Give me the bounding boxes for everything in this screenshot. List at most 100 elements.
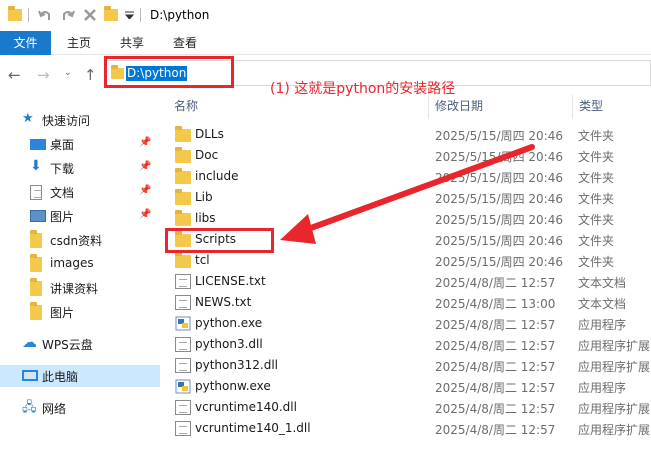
annotation-box-scripts	[165, 228, 274, 253]
sidebar-item[interactable]: 此电脑	[0, 365, 160, 387]
file-type: 文本文档	[578, 297, 627, 311]
file-type: 文件夹	[578, 192, 615, 206]
file-row[interactable]: python312.dll 2025/4/8/周二 12:57 应用程序扩展	[168, 355, 651, 376]
sidebar-item-label: 网络	[42, 402, 67, 416]
file-row[interactable]: LICENSE.txt 2025/4/8/周二 12:57 文本文档	[168, 271, 651, 292]
folder-icon	[8, 6, 22, 21]
file-name: LICENSE.txt	[195, 274, 266, 288]
file-date: 2025/4/8/周二 13:00	[435, 297, 556, 311]
file-type: 文本文档	[578, 276, 627, 290]
folder-icon	[30, 230, 42, 248]
ribbon-tabs: 文件 主页 共享 查看	[0, 31, 651, 55]
text-file-icon	[175, 274, 191, 289]
file-name: python3.dll	[195, 337, 263, 351]
tab-view[interactable]: 查看	[164, 31, 206, 55]
file-type: 文件夹	[578, 255, 615, 269]
annotation-arrow	[280, 144, 535, 244]
dll-file-icon	[175, 337, 191, 352]
sidebar-item-label: 下载	[50, 162, 75, 176]
tab-file[interactable]: 文件	[0, 31, 51, 55]
pin-icon[interactable]: 📌	[139, 161, 151, 172]
file-name: Lib	[195, 190, 213, 204]
sidebar-item-label: images	[50, 256, 94, 270]
recent-locations-icon[interactable]: ⌄	[64, 68, 72, 78]
sidebar-item-label: 此电脑	[42, 370, 79, 384]
sidebar-item[interactable]: images	[0, 253, 160, 275]
column-divider	[572, 95, 573, 119]
file-row[interactable]: vcruntime140.dll 2025/4/8/周二 12:57 应用程序扩展	[168, 397, 651, 418]
title-bar: D:\python	[0, 0, 651, 31]
divider	[140, 8, 141, 22]
sidebar-item-label: 文档	[50, 186, 75, 200]
document-icon	[30, 185, 42, 200]
file-type: 文件夹	[578, 213, 615, 227]
dll-file-icon	[175, 358, 191, 373]
file-type: 文件夹	[578, 171, 615, 185]
back-icon[interactable]: ←	[8, 66, 21, 84]
file-row[interactable]: NEWS.txt 2025/4/8/周二 13:00 文本文档	[168, 292, 651, 313]
download-icon: ⬇	[30, 158, 42, 174]
sidebar-item[interactable]: ★ 快速访问	[0, 109, 160, 131]
sidebar-item[interactable]: 图片	[0, 301, 160, 323]
file-name: Doc	[195, 148, 219, 162]
column-header-date[interactable]: 修改日期	[435, 97, 483, 115]
forward-icon[interactable]: →	[37, 66, 50, 84]
file-type: 应用程序扩展	[578, 339, 651, 353]
sidebar-item[interactable]: 讲课资料	[0, 277, 160, 299]
delete-icon[interactable]	[83, 8, 97, 22]
file-row[interactable]: pythonw.exe 2025/4/8/周二 12:57 应用程序	[168, 376, 651, 397]
file-row[interactable]: vcruntime140_1.dll 2025/4/8/周二 12:57 应用程序扩…	[168, 418, 651, 439]
file-row[interactable]: tcl 2025/5/15/周四 20:46 文件夹	[168, 250, 651, 271]
dll-file-icon	[175, 421, 191, 436]
file-date: 2025/4/8/周二 12:57	[435, 423, 556, 437]
redo-icon[interactable]	[60, 8, 76, 24]
undo-icon[interactable]	[37, 8, 53, 24]
file-date: 2025/4/8/周二 12:57	[435, 381, 556, 395]
file-name: vcruntime140.dll	[195, 400, 297, 414]
folder-icon	[30, 302, 42, 320]
file-name: vcruntime140_1.dll	[195, 421, 311, 435]
file-date: 2025/4/8/周二 12:57	[435, 318, 556, 332]
file-name: tcl	[195, 253, 210, 267]
divider	[28, 8, 29, 22]
sidebar-item[interactable]: 桌面 📌	[0, 133, 160, 155]
file-row[interactable]: python3.dll 2025/4/8/周二 12:57 应用程序扩展	[168, 334, 651, 355]
file-date: 2025/5/15/周四 20:46	[435, 255, 563, 269]
text-file-icon	[175, 295, 191, 310]
sidebar-item-label: 讲课资料	[50, 282, 99, 296]
column-divider	[428, 95, 429, 119]
folder-icon	[175, 210, 191, 226]
file-name: libs	[195, 211, 216, 225]
column-header-type[interactable]: 类型	[579, 97, 603, 115]
new-folder-icon[interactable]	[104, 6, 118, 21]
sidebar-item[interactable]: 🖧 网络	[0, 397, 160, 419]
folder-icon	[175, 189, 191, 205]
pin-icon[interactable]: 📌	[139, 209, 151, 220]
column-header-name[interactable]: 名称	[174, 97, 198, 115]
annotation-box-address	[104, 56, 234, 88]
sidebar-item-label: 快速访问	[42, 114, 91, 128]
python-icon	[175, 316, 191, 331]
sidebar-item-label: 桌面	[50, 138, 75, 152]
pin-icon[interactable]: 📌	[139, 137, 151, 148]
pin-icon[interactable]: 📌	[139, 185, 151, 196]
file-row[interactable]: python.exe 2025/4/8/周二 12:57 应用程序	[168, 313, 651, 334]
chevron-down-icon[interactable]	[125, 11, 134, 19]
star-icon: ★	[22, 111, 34, 126]
sidebar-item[interactable]: ☁ WPS云盘	[0, 333, 160, 355]
file-type: 文件夹	[578, 234, 615, 248]
file-type: 应用程序扩展	[578, 402, 651, 416]
sidebar-item[interactable]: ⬇ 下载 📌	[0, 157, 160, 179]
file-date: 2025/4/8/周二 12:57	[435, 339, 556, 353]
sidebar-item[interactable]: 文档 📌	[0, 181, 160, 203]
up-icon[interactable]: ↑	[84, 66, 97, 84]
file-name: python.exe	[195, 316, 263, 330]
sidebar-item[interactable]: 图片 📌	[0, 205, 160, 227]
tab-home[interactable]: 主页	[58, 31, 100, 55]
file-name: python312.dll	[195, 358, 278, 372]
tab-share[interactable]: 共享	[111, 31, 153, 55]
sidebar-item[interactable]: csdn资料	[0, 229, 160, 251]
file-name: include	[195, 169, 239, 183]
dll-file-icon	[175, 400, 191, 415]
folder-icon	[30, 278, 42, 296]
